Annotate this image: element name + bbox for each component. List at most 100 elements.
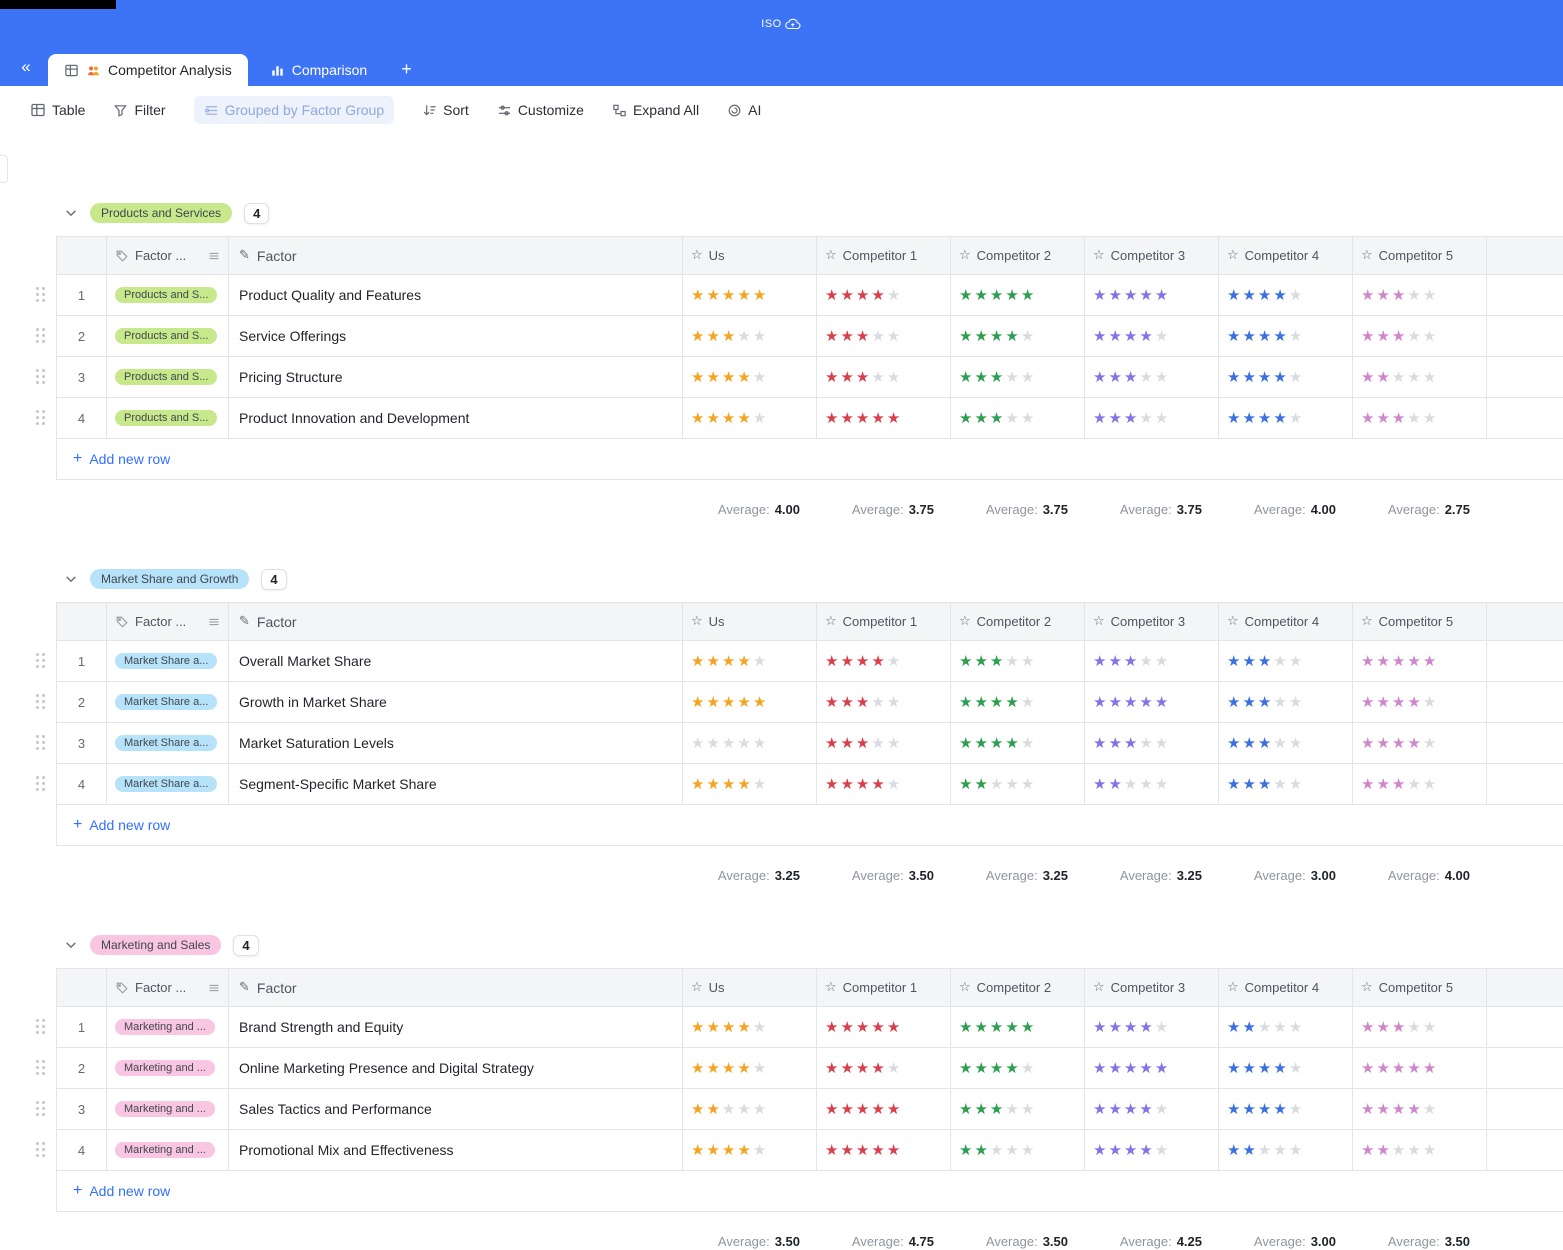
toolbar-grouped-by-button[interactable]: Grouped by Factor Group <box>193 96 395 124</box>
rating-cell[interactable]: ★★★★★ <box>817 275 951 315</box>
rating-cell[interactable]: ★★★★★ <box>951 682 1085 722</box>
rating-cell[interactable]: ★★★★★ <box>1085 1089 1219 1129</box>
factor-cell[interactable]: Overall Market Share <box>229 641 683 681</box>
rating-cell[interactable]: ★★★★★ <box>1353 398 1487 438</box>
rating-cell[interactable]: ★★★★★ <box>1353 764 1487 804</box>
sidebar-collapsed-handle[interactable] <box>0 155 8 183</box>
column-header-rating-2[interactable]: ☆ Competitor 2 <box>951 237 1085 274</box>
rating-cell[interactable]: ★★★★★ <box>1353 357 1487 397</box>
factor-cell[interactable]: Market Saturation Levels <box>229 723 683 763</box>
rating-cell[interactable]: ★★★★★ <box>817 1007 951 1047</box>
rating-cell[interactable]: ★★★★★ <box>1085 641 1219 681</box>
tab-competitor-analysis[interactable]: Competitor Analysis <box>48 54 248 86</box>
rating-cell[interactable]: ★★★★★ <box>1219 398 1353 438</box>
factor-cell[interactable]: Brand Strength and Equity <box>229 1007 683 1047</box>
rating-cell[interactable]: ★★★★★ <box>817 316 951 356</box>
factor-group-cell[interactable]: Market Share a... <box>107 764 229 804</box>
rating-cell[interactable]: ★★★★★ <box>1353 1130 1487 1170</box>
column-header-factor[interactable]: ✎ Factor <box>229 603 683 640</box>
factor-group-cell[interactable]: Market Share a... <box>107 723 229 763</box>
factor-group-cell[interactable]: Marketing and ... <box>107 1130 229 1170</box>
factor-group-cell[interactable]: Market Share a... <box>107 682 229 722</box>
column-header-factor-group[interactable]: Factor ... <box>107 969 229 1006</box>
add-new-row-button[interactable]: + Add new row <box>57 439 1563 479</box>
rating-cell[interactable]: ★★★★★ <box>951 764 1085 804</box>
rating-cell[interactable]: ★★★★★ <box>817 682 951 722</box>
rating-cell[interactable]: ★★★★★ <box>1219 1048 1353 1088</box>
toolbar-table-button[interactable]: Table <box>30 102 85 118</box>
toolbar-ai-button[interactable]: AI <box>727 102 761 118</box>
rating-cell[interactable]: ★★★★★ <box>1219 641 1353 681</box>
factor-group-cell[interactable]: Products and S... <box>107 316 229 356</box>
rating-cell[interactable]: ★★★★★ <box>683 275 817 315</box>
factor-cell[interactable]: Promotional Mix and Effectiveness <box>229 1130 683 1170</box>
rating-cell[interactable]: ★★★★★ <box>817 398 951 438</box>
drag-handle-icon[interactable] <box>36 1142 46 1158</box>
rating-cell[interactable]: ★★★★★ <box>1085 275 1219 315</box>
add-new-row-button[interactable]: + Add new row <box>57 805 1563 845</box>
drag-handle-icon[interactable] <box>36 369 46 385</box>
add-tab-button[interactable]: + <box>383 59 430 80</box>
factor-cell[interactable]: Sales Tactics and Performance <box>229 1089 683 1129</box>
column-header-rating-1[interactable]: ☆ Competitor 1 <box>817 237 951 274</box>
factor-group-cell[interactable]: Products and S... <box>107 275 229 315</box>
rating-cell[interactable]: ★★★★★ <box>1219 316 1353 356</box>
rating-cell[interactable]: ★★★★★ <box>1353 723 1487 763</box>
column-header-factor-group[interactable]: Factor ... <box>107 603 229 640</box>
rating-cell[interactable]: ★★★★★ <box>951 641 1085 681</box>
column-header-rating-2[interactable]: ☆ Competitor 2 <box>951 969 1085 1006</box>
drag-handle-icon[interactable] <box>36 328 46 344</box>
collapse-group-button[interactable] <box>64 206 78 220</box>
column-header-rating-5[interactable]: ☆ Competitor 5 <box>1353 603 1487 640</box>
rating-cell[interactable]: ★★★★★ <box>951 275 1085 315</box>
factor-group-cell[interactable]: Products and S... <box>107 357 229 397</box>
rating-cell[interactable]: ★★★★★ <box>1219 1130 1353 1170</box>
rating-cell[interactable]: ★★★★★ <box>817 764 951 804</box>
rating-cell[interactable]: ★★★★★ <box>1085 723 1219 763</box>
drag-handle-icon[interactable] <box>36 694 46 710</box>
column-header-rating-2[interactable]: ☆ Competitor 2 <box>951 603 1085 640</box>
factor-cell[interactable]: Growth in Market Share <box>229 682 683 722</box>
rating-cell[interactable]: ★★★★★ <box>683 641 817 681</box>
factor-group-cell[interactable]: Marketing and ... <box>107 1048 229 1088</box>
column-header-rating-4[interactable]: ☆ Competitor 4 <box>1219 969 1353 1006</box>
rating-cell[interactable]: ★★★★★ <box>1085 682 1219 722</box>
rating-cell[interactable]: ★★★★★ <box>1219 1089 1353 1129</box>
rating-cell[interactable]: ★★★★★ <box>1219 357 1353 397</box>
rating-cell[interactable]: ★★★★★ <box>1085 1130 1219 1170</box>
rating-cell[interactable]: ★★★★★ <box>951 357 1085 397</box>
column-header-factor[interactable]: ✎ Factor <box>229 969 683 1006</box>
rating-cell[interactable]: ★★★★★ <box>1085 316 1219 356</box>
column-header-rating-4[interactable]: ☆ Competitor 4 <box>1219 237 1353 274</box>
column-header-rating-0[interactable]: ☆ Us <box>683 603 817 640</box>
column-header-rating-0[interactable]: ☆ Us <box>683 237 817 274</box>
rating-cell[interactable]: ★★★★★ <box>951 398 1085 438</box>
rating-cell[interactable]: ★★★★★ <box>1085 1007 1219 1047</box>
rating-cell[interactable]: ★★★★★ <box>1353 1007 1487 1047</box>
column-header-rating-4[interactable]: ☆ Competitor 4 <box>1219 603 1353 640</box>
collapse-group-button[interactable] <box>64 938 78 952</box>
column-header-rating-1[interactable]: ☆ Competitor 1 <box>817 603 951 640</box>
toolbar-expand-all-button[interactable]: Expand All <box>612 102 699 118</box>
rating-cell[interactable]: ★★★★★ <box>1353 316 1487 356</box>
column-header-factor[interactable]: ✎ Factor <box>229 237 683 274</box>
factor-cell[interactable]: Online Marketing Presence and Digital St… <box>229 1048 683 1088</box>
drag-handle-icon[interactable] <box>36 1101 46 1117</box>
column-header-rating-0[interactable]: ☆ Us <box>683 969 817 1006</box>
rating-cell[interactable]: ★★★★★ <box>1353 1048 1487 1088</box>
drag-handle-icon[interactable] <box>36 735 46 751</box>
factor-cell[interactable]: Product Quality and Features <box>229 275 683 315</box>
factor-cell[interactable]: Service Offerings <box>229 316 683 356</box>
rating-cell[interactable]: ★★★★★ <box>951 1130 1085 1170</box>
column-header-rating-3[interactable]: ☆ Competitor 3 <box>1085 603 1219 640</box>
rating-cell[interactable]: ★★★★★ <box>1353 641 1487 681</box>
rating-cell[interactable]: ★★★★★ <box>683 357 817 397</box>
column-header-factor-group[interactable]: Factor ... <box>107 237 229 274</box>
drag-handle-icon[interactable] <box>36 653 46 669</box>
rating-cell[interactable]: ★★★★★ <box>817 1048 951 1088</box>
rating-cell[interactable]: ★★★★★ <box>1353 275 1487 315</box>
drag-handle-icon[interactable] <box>36 776 46 792</box>
drag-handle-icon[interactable] <box>36 1019 46 1035</box>
column-header-rating-5[interactable]: ☆ Competitor 5 <box>1353 237 1487 274</box>
rating-cell[interactable]: ★★★★★ <box>1219 723 1353 763</box>
